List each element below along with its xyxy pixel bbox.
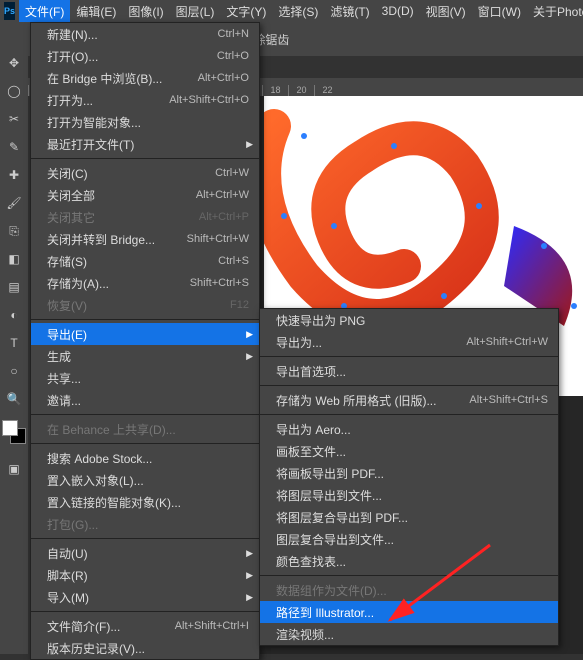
menu-item[interactable]: 版本历史记录(V)... [31, 637, 259, 659]
menu-select[interactable]: 选择(S) [272, 0, 324, 23]
menu-item: 在 Behance 上共享(D)... [31, 418, 259, 440]
menu-item[interactable]: 最近打开文件(T)▶ [31, 133, 259, 155]
menu-item[interactable]: 路径到 Illustrator... [260, 601, 558, 623]
menu-item: 关闭其它Alt+Ctrl+P [31, 206, 259, 228]
menu-item[interactable]: 打开(O)...Ctrl+O [31, 45, 259, 67]
menu-item[interactable]: 关闭全部Alt+Ctrl+W [31, 184, 259, 206]
menu-item[interactable]: 关闭并转到 Bridge...Shift+Ctrl+W [31, 228, 259, 250]
menu-filter[interactable]: 滤镜(T) [324, 0, 375, 23]
type-tool[interactable]: T [3, 332, 25, 354]
menu-type[interactable]: 文字(Y) [220, 0, 272, 23]
menu-window[interactable]: 窗口(W) [472, 0, 527, 23]
menu-item[interactable]: 渲染视频... [260, 623, 558, 645]
clone-tool[interactable]: ⎘ [3, 220, 25, 242]
menu-item: 数据组作为文件(D)... [260, 579, 558, 601]
tool-panel: ✥ ◯ ✂ ✎ ✚ 🖌 ⎘ ◧ ▤ ◐ T ○ 🔍 ▣ [0, 22, 28, 654]
menu-item[interactable]: 导出为...Alt+Shift+Ctrl+W [260, 331, 558, 353]
menu-layer[interactable]: 图层(L) [170, 0, 221, 23]
menu-item[interactable]: 存储为(A)...Shift+Ctrl+S [31, 272, 259, 294]
export-submenu: 快速导出为 PNG导出为...Alt+Shift+Ctrl+W 导出首选项... 存… [259, 308, 559, 646]
photoshop-icon: Ps [4, 2, 15, 20]
menu-item[interactable]: 将图层复合导出到 PDF... [260, 506, 558, 528]
menu-item[interactable]: 打开为...Alt+Shift+Ctrl+O [31, 89, 259, 111]
menu-item[interactable]: 打开为智能对象... [31, 111, 259, 133]
menu-item[interactable]: 置入链接的智能对象(K)... [31, 491, 259, 513]
menu-item[interactable]: 将图层导出到文件... [260, 484, 558, 506]
menu-item[interactable]: 图层复合导出到文件... [260, 528, 558, 550]
dodge-tool[interactable]: ◐ [3, 304, 25, 326]
eyedrop-tool[interactable]: ✎ [3, 136, 25, 158]
zoom-tool[interactable]: 🔍 [3, 388, 25, 410]
menu-file[interactable]: 文件(F) [19, 0, 70, 23]
fg-color-swatch[interactable] [2, 420, 18, 436]
color-swatches[interactable] [2, 420, 26, 444]
menu-item[interactable]: 导入(M)▶ [31, 586, 259, 608]
brush-tool[interactable]: 🖌 [3, 192, 25, 214]
menu-edit[interactable]: 编辑(E) [70, 0, 122, 23]
menu-item[interactable]: 共享... [31, 367, 259, 389]
menu-item[interactable]: 文件简介(F)...Alt+Shift+Ctrl+I [31, 615, 259, 637]
menu-item[interactable]: 邀请... [31, 389, 259, 411]
menu-item[interactable]: 脚本(R)▶ [31, 564, 259, 586]
menu-item[interactable]: 自动(U)▶ [31, 542, 259, 564]
menu-item: 打包(G)... [31, 513, 259, 535]
menu-item[interactable]: 生成▶ [31, 345, 259, 367]
menu-item[interactable]: 存储为 Web 所用格式 (旧版)...Alt+Shift+Ctrl+S [260, 389, 558, 411]
menu-item[interactable]: 将画板导出到 PDF... [260, 462, 558, 484]
menu-item[interactable]: 导出为 Aero... [260, 418, 558, 440]
move-tool[interactable]: ✥ [3, 52, 25, 74]
menu-item[interactable]: 在 Bridge 中浏览(B)...Alt+Ctrl+O [31, 67, 259, 89]
eraser-tool[interactable]: ◧ [3, 248, 25, 270]
menu-item[interactable]: 存储(S)Ctrl+S [31, 250, 259, 272]
shape-tool[interactable]: ○ [3, 360, 25, 382]
menu-item: 恢复(V)F12 [31, 294, 259, 316]
menu-item[interactable]: 新建(N)...Ctrl+N [31, 23, 259, 45]
menu-about[interactable]: 关于Photos [527, 0, 583, 23]
menu-item[interactable]: 关闭(C)Ctrl+W [31, 162, 259, 184]
menu-item[interactable]: 颜色查找表... [260, 550, 558, 572]
menu-item[interactable]: 搜索 Adobe Stock... [31, 447, 259, 469]
menu-item[interactable]: 置入嵌入对象(L)... [31, 469, 259, 491]
menu-item[interactable]: 导出首选项... [260, 360, 558, 382]
file-menu-dropdown: 新建(N)...Ctrl+N打开(O)...Ctrl+O在 Bridge 中浏览… [30, 22, 260, 660]
menu-item[interactable]: 快速导出为 PNG [260, 309, 558, 331]
menu-view[interactable]: 视图(V) [420, 0, 472, 23]
gradient-tool[interactable]: ▤ [3, 276, 25, 298]
menubar: Ps 文件(F) 编辑(E) 图像(I) 图层(L) 文字(Y) 选择(S) 滤… [0, 0, 583, 22]
menu-image[interactable]: 图像(I) [122, 0, 169, 23]
quickmask-tool[interactable]: ▣ [3, 458, 25, 480]
lasso-tool[interactable]: ◯ [3, 80, 25, 102]
menu-3d[interactable]: 3D(D) [376, 1, 420, 21]
menu-item[interactable]: 画板至文件... [260, 440, 558, 462]
crop-tool[interactable]: ✂ [3, 108, 25, 130]
menu-item[interactable]: 导出(E)▶ [31, 323, 259, 345]
heal-tool[interactable]: ✚ [3, 164, 25, 186]
